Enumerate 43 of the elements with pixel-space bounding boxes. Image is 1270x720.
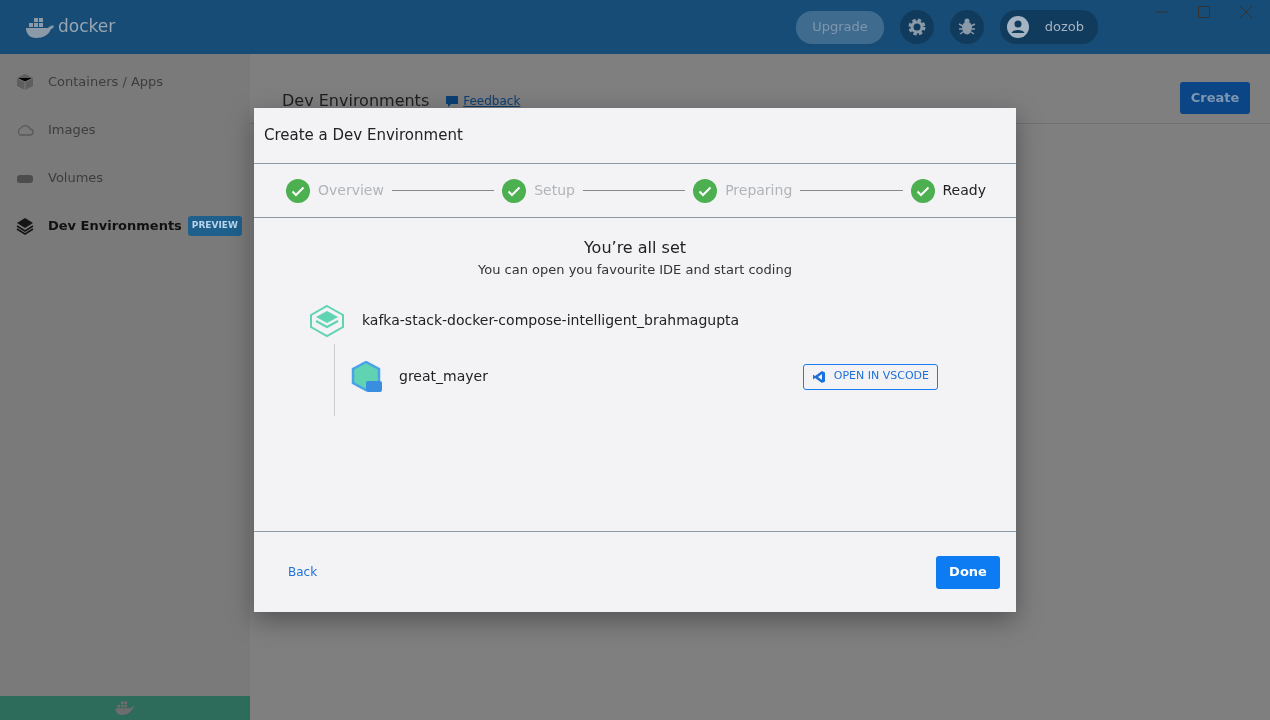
sidebar-label: Images [48,121,96,140]
stack-icon [308,303,346,338]
sidebar-label: Volumes [48,169,104,188]
user-name: dozob [1044,18,1084,37]
bug-icon [956,17,977,37]
feedback-link[interactable]: Feedback [445,91,521,110]
step: Preparing [693,178,793,203]
success-heading: You’re all set [582,237,688,259]
step: Overview [286,178,384,203]
user-icon [1006,16,1029,38]
sidebar-item[interactable]: Dev Environments PREVIEW [0,202,250,250]
step: Setup [502,178,575,203]
sidebar-item[interactable]: Volumes [0,154,250,202]
project-name: kafka-stack-docker-compose-intelligent_brahmagupta [362,311,740,330]
whale-icon [24,16,54,38]
bug-button[interactable] [949,10,984,44]
dialog-title: Create a Dev Environment [264,125,463,147]
logo-text: docker [58,15,116,39]
code-editor-icon [811,369,826,384]
done-button[interactable]: Done [936,555,1000,589]
container-icon [351,360,383,393]
step: Ready [910,178,986,203]
settings-icon [906,17,927,37]
container-name: great_mayer [399,367,488,386]
back-button[interactable]: Back [288,563,318,581]
success-message: You can open you favourite IDE and start coding [477,261,793,279]
cube-icon [16,73,34,91]
sidebar-item[interactable]: Images [0,106,250,154]
create-button[interactable]: Create [1180,81,1250,114]
page-title: Dev Environments [282,89,430,112]
maximize-icon[interactable] [1198,6,1210,18]
sidebar-label: Containers / Apps [48,73,164,92]
preview-tag: PREVIEW [187,216,242,236]
user-menu[interactable]: dozob [999,10,1098,44]
whale-icon [114,700,136,716]
upgrade-button[interactable]: Upgrade [796,10,884,44]
settings-button[interactable] [899,10,934,44]
layers-icon [16,217,34,235]
close-icon[interactable] [1240,6,1252,18]
sidebar-label: Dev Environments [48,217,182,236]
open-in-vscode-button[interactable]: OPEN IN VSCODE [802,363,938,390]
sidebar-item[interactable]: Containers / Apps [0,58,250,106]
chat-icon [445,94,460,107]
